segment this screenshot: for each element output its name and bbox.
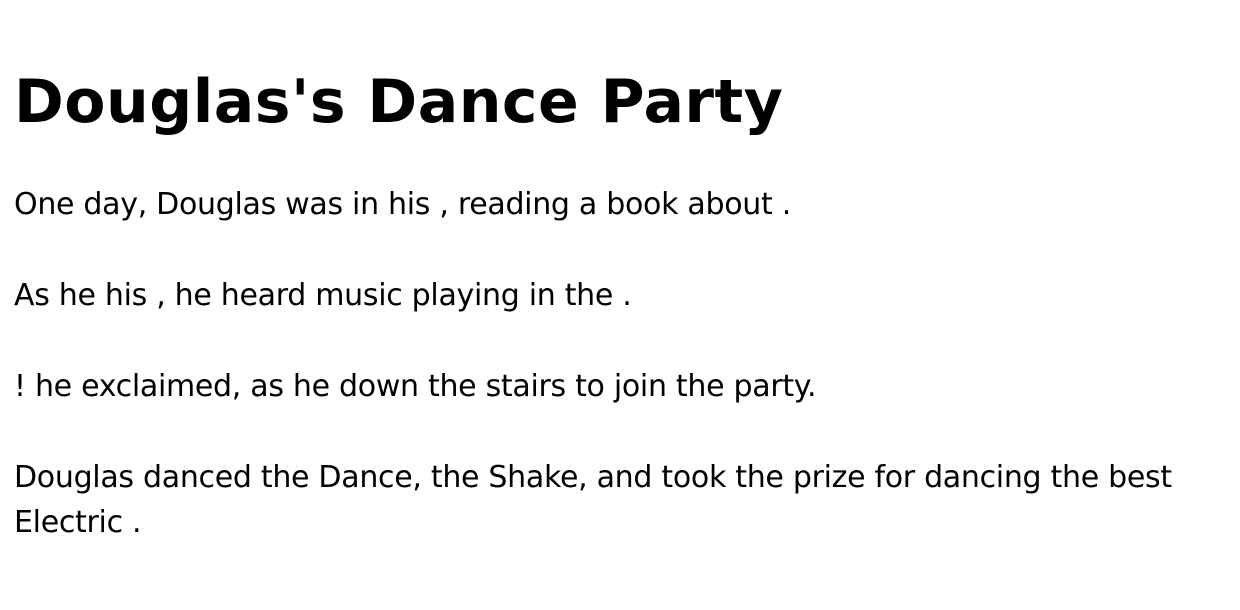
story-paragraph-3: ! he exclaimed, as he down the stairs to… bbox=[14, 369, 817, 404]
story-paragraph-1: One day, Douglas was in his , reading a … bbox=[14, 187, 791, 222]
story-paragraph-2: As he his , he heard music playing in th… bbox=[14, 278, 632, 313]
story-page: Douglas's Dance Party One day, Douglas w… bbox=[0, 0, 1240, 610]
story-paragraph-4: Douglas danced the Dance, the Shake, and… bbox=[14, 460, 1172, 540]
story-title: Douglas's Dance Party bbox=[14, 67, 784, 137]
